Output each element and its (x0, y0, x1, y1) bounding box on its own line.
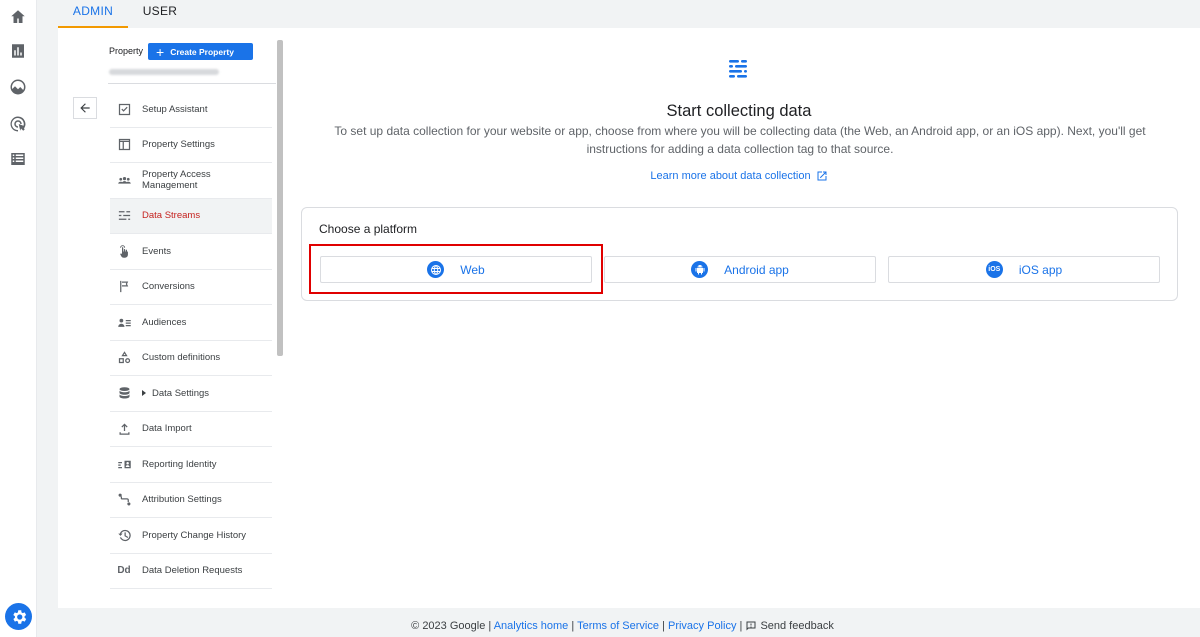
data-streams-icon (729, 60, 747, 78)
sidebar-item-audiences[interactable]: Audiences (110, 305, 272, 341)
property-label: Property (109, 46, 144, 56)
sidebar-item-property-change-history[interactable]: Property Change History (110, 518, 272, 554)
advertising-icon[interactable] (8, 114, 28, 134)
history-icon (116, 527, 132, 543)
sidebar-item-label: Attribution Settings (142, 494, 222, 506)
property-selector-redacted[interactable] (109, 69, 219, 75)
reports-icon[interactable] (8, 41, 28, 61)
route-icon (116, 492, 132, 508)
feedback-icon (746, 621, 756, 631)
admin-user-tabs: ADMIN USER (58, 0, 1200, 28)
identity-icon (116, 456, 132, 472)
left-nav-rail (0, 0, 37, 637)
sidebar-item-events[interactable]: Events (110, 234, 272, 270)
sidebar-item-label: Events (142, 245, 172, 257)
open-in-new-icon (817, 171, 827, 181)
dd-icon: Dd (117, 565, 131, 577)
arrow-back-icon (80, 103, 90, 113)
ios-platform-label: iOS app (1018, 262, 1063, 277)
people-icon (116, 172, 132, 188)
tab-admin[interactable]: ADMIN (58, 0, 128, 28)
home-icon[interactable] (8, 7, 28, 27)
flag-icon (116, 279, 132, 295)
sidebar-item-attribution-settings[interactable]: Attribution Settings (110, 483, 272, 518)
sidebar-item-data-settings[interactable]: Data Settings (110, 376, 272, 412)
web-highlight-box (309, 244, 603, 294)
android-platform-button[interactable]: Android app (604, 256, 876, 283)
sidebar-item-label: Audiences (142, 316, 187, 328)
database-icon (116, 385, 132, 401)
terms-link[interactable]: Terms of Service (577, 620, 659, 632)
divider (108, 83, 276, 84)
checkbox-icon (116, 101, 132, 117)
sidebar-item-property-access-management[interactable]: Property Access Management (110, 163, 272, 199)
ios-icon-text: iOS (988, 266, 1001, 273)
sidebar-item-label: Reporting Identity (142, 458, 217, 470)
data-settings-text: Data Settings (152, 387, 210, 399)
android-platform-label: Android app (724, 262, 789, 277)
plus-icon: + (156, 43, 165, 60)
sidebar-item-custom-definitions[interactable]: Custom definitions (110, 341, 272, 376)
data-streams-main: Start collecting data To set up data col… (300, 40, 1190, 608)
touch-icon (116, 243, 132, 259)
sidebar-item-label: Data Settings (142, 388, 209, 399)
create-property-label: Create Property (170, 46, 234, 57)
android-icon (691, 261, 709, 278)
explore-icon[interactable] (8, 77, 28, 97)
sidebar-item-label: Conversions (142, 281, 195, 293)
sidebar-item-label: Data Streams (142, 210, 201, 222)
sidebar-item-label: Property Change History (142, 529, 247, 541)
sidebar-item-property-settings[interactable]: Property Settings (110, 128, 272, 163)
send-feedback-text: Send feedback (760, 620, 834, 632)
copyright-text: © 2023 Google (411, 620, 486, 632)
sidebar-item-label: Data Import (142, 423, 192, 435)
property-sidebar: Property + Create Property Setup Assista… (58, 28, 286, 608)
ios-platform-button[interactable]: iOS iOS app (888, 256, 1160, 283)
sidebar-item-data-streams[interactable]: Data Streams (110, 198, 272, 234)
audience-icon (116, 314, 132, 330)
page-footer: © 2023 Google | Analytics home | Terms o… (411, 620, 834, 632)
sidebar-item-label: Data Deletion Requests (142, 565, 243, 577)
tab-user[interactable]: USER (128, 0, 192, 28)
privacy-link[interactable]: Privacy Policy (668, 620, 736, 632)
upload-icon (116, 421, 132, 437)
analytics-home-link[interactable]: Analytics home (494, 620, 569, 632)
sidebar-item-data-deletion-requests[interactable]: Dd Data Deletion Requests (110, 554, 272, 589)
sidebar-item-reporting-identity[interactable]: Reporting Identity (110, 447, 272, 483)
shapes-icon (116, 350, 132, 366)
sidebar-item-label: Property Settings (142, 139, 215, 151)
sidebar-item-label: Custom definitions (142, 352, 221, 364)
admin-panel: Property + Create Property Setup Assista… (58, 28, 1200, 608)
expand-caret-icon[interactable] (142, 390, 146, 397)
sidebar-item-label: Setup Assistant (142, 103, 208, 115)
back-button[interactable] (73, 97, 97, 119)
page-description: To set up data collection for your websi… (334, 124, 1146, 156)
streams-icon (116, 208, 132, 224)
page-title: Start collecting data (666, 102, 812, 120)
property-nav-list: Setup Assistant Property Settings Proper… (110, 92, 272, 589)
sidebar-scrollbar[interactable] (277, 40, 283, 356)
ios-icon: iOS (985, 261, 1003, 278)
sidebar-item-setup-assistant[interactable]: Setup Assistant (110, 92, 272, 128)
sidebar-item-data-import[interactable]: Data Import (110, 412, 272, 447)
sidebar-item-conversions[interactable]: Conversions (110, 270, 272, 305)
send-feedback-button[interactable]: Send feedback (745, 620, 834, 632)
configure-icon[interactable] (8, 149, 28, 169)
window-icon (116, 137, 132, 153)
learn-more-text: Learn more about data collection (650, 170, 811, 182)
choose-platform-card: Choose a platform Web Android app iOS iO… (301, 207, 1178, 301)
sidebar-item-label: Property Access Management (142, 169, 211, 192)
create-property-button[interactable]: + Create Property (148, 43, 253, 60)
learn-more-link[interactable]: Learn more about data collection (300, 170, 1178, 182)
choose-platform-heading: Choose a platform (319, 222, 418, 236)
